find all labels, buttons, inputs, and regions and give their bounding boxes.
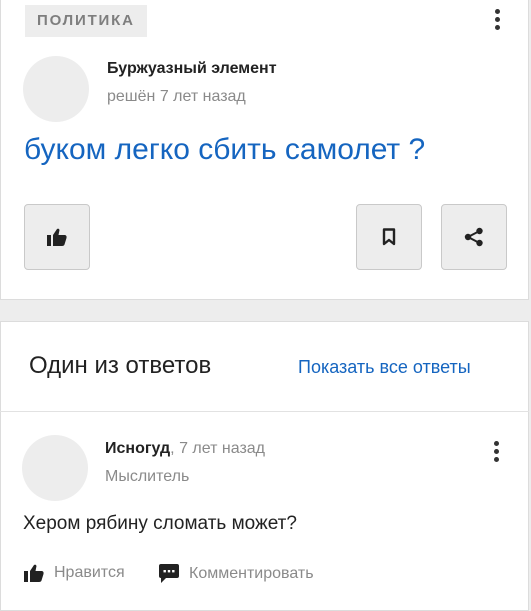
like-question-button[interactable] [24, 204, 90, 270]
thumbs-up-icon [47, 228, 67, 246]
share-icon [464, 227, 483, 247]
answer-author-line: Исногуд, 7 лет назад [105, 440, 265, 458]
category-tag[interactable]: ПОЛИТИКА [25, 5, 147, 37]
question-author-avatar[interactable] [23, 56, 89, 122]
comment-button[interactable]: Комментировать [159, 564, 314, 583]
share-button[interactable] [441, 204, 507, 270]
show-all-answers-link[interactable]: Показать все ответы [298, 357, 471, 378]
divider [0, 411, 529, 412]
question-card: ПОЛИТИКА Буржуазный элемент решён 7 лет … [0, 0, 529, 300]
bookmark-button[interactable] [356, 204, 422, 270]
question-more-icon[interactable] [493, 9, 501, 31]
answer-more-icon[interactable] [492, 441, 500, 463]
answer-author-separator: , [170, 440, 175, 457]
question-status: решён 7 лет назад [107, 88, 246, 105]
like-answer-button[interactable]: Нравится [24, 564, 125, 582]
question-title[interactable]: буком легко сбить самолет ? [24, 133, 425, 167]
answer-author-avatar[interactable] [22, 435, 88, 501]
comment-icon [159, 564, 179, 583]
thumbs-up-icon [24, 564, 44, 582]
answers-section-title: Один из ответов [29, 352, 212, 379]
answer-time: 7 лет назад [179, 440, 266, 457]
answer-text: Хером рябину сломать может? [23, 513, 297, 534]
bookmark-icon [382, 228, 396, 246]
answer-author-rank: Мыслитель [105, 468, 190, 485]
like-answer-label: Нравится [54, 564, 125, 581]
answer-author-name[interactable]: Исногуд [105, 440, 170, 457]
question-author-name[interactable]: Буржуазный элемент [107, 60, 277, 78]
comment-label: Комментировать [189, 564, 314, 582]
